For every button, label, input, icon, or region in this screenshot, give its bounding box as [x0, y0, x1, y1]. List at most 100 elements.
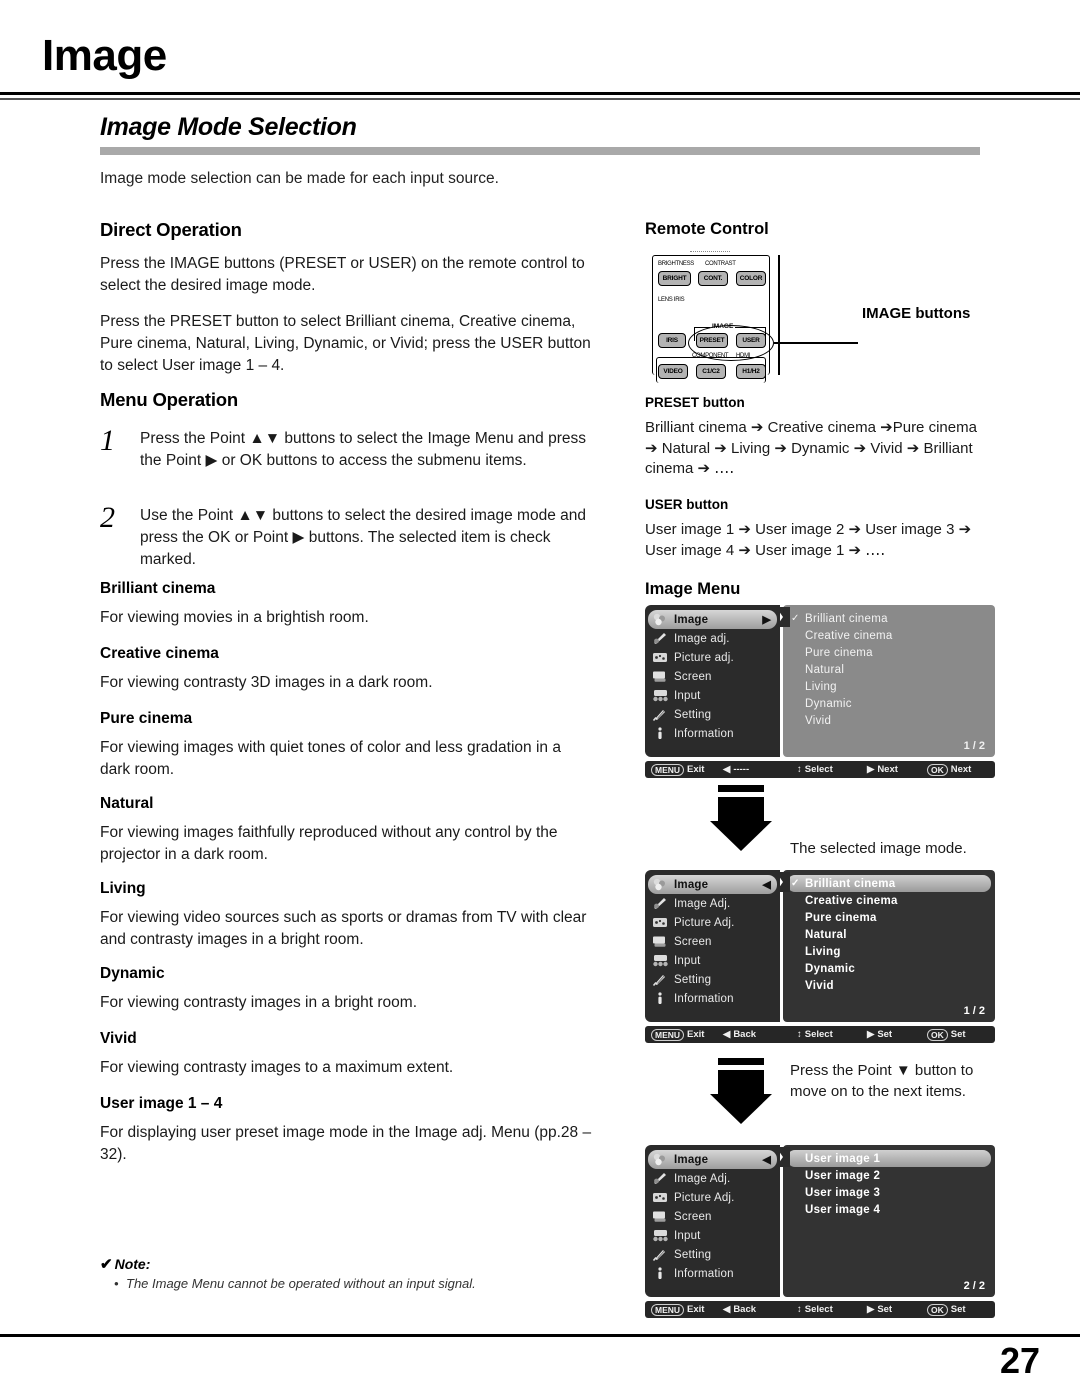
osd-sidebar-item-information[interactable]: Information	[645, 724, 780, 743]
osd-option-vivid[interactable]: Vivid	[783, 712, 995, 729]
definition-description: For displaying user preset image mode in…	[100, 1124, 592, 1163]
osd-sidebar-item-setting[interactable]: Setting	[645, 970, 780, 989]
osd-option-natural[interactable]: Natural	[783, 661, 995, 678]
note-item: The Image Menu cannot be operated withou…	[114, 1276, 570, 1291]
osd-sidebar-item-image-adj[interactable]: Image Adj.	[645, 894, 780, 913]
osd-sidebar-item-input[interactable]: Input	[645, 1226, 780, 1245]
remote-key-component[interactable]: C1/C2	[696, 364, 726, 379]
ok-key-icon: OK	[927, 1303, 948, 1316]
osd-option-label: Pure cinema	[805, 911, 877, 924]
osd-bar-exit[interactable]: MENU Exit	[651, 763, 704, 776]
osd-sidebar[interactable]: Image ◀ Image Adj. Picture Adj. Screen Input S…	[645, 870, 780, 1022]
osd-option-natural[interactable]: Natural	[783, 926, 995, 943]
osd-option-pure-cinema[interactable]: Pure cinema	[783, 909, 995, 926]
up-down-arrow-icon: ↕	[797, 1029, 802, 1040]
remote-key-contrast[interactable]: CONT.	[698, 271, 728, 286]
osd-panel-notch	[776, 872, 790, 892]
image-icon	[651, 877, 669, 892]
osd-sidebar-item-information[interactable]: Information	[645, 1264, 780, 1283]
remote-key-hdmi[interactable]: H1/H2	[736, 364, 766, 379]
image-adj-icon	[651, 896, 669, 911]
osd-sidebar-item-image-adj[interactable]: Image adj.	[645, 629, 780, 648]
osd-bar-exit[interactable]: MENU Exit	[651, 1028, 705, 1041]
osd-sidebar-item-picture-adj[interactable]: Picture adj.	[645, 648, 780, 667]
osd-sidebar-item-label: Information	[674, 727, 734, 740]
osd-body: Image ◀ Image Adj. Picture Adj. Screen Input S…	[645, 870, 995, 1022]
osd-option-dynamic[interactable]: Dynamic	[783, 960, 995, 977]
osd-sidebar-item-picture-adj[interactable]: Picture Adj.	[645, 913, 780, 932]
osd-sidebar[interactable]: Image ▶ Image adj. Picture adj. Screen Input S…	[645, 605, 780, 757]
osd-option-living[interactable]: Living	[783, 943, 995, 960]
osd-bar-select[interactable]: ↕ Select	[797, 1304, 833, 1315]
osd-sidebar-item-image[interactable]: Image ▶	[648, 610, 777, 629]
osd-option-label: Living	[805, 680, 837, 693]
osd-sidebar-item-screen[interactable]: Screen	[645, 1207, 780, 1226]
osd-sidebar-item-information[interactable]: Information	[645, 989, 780, 1008]
osd-option-label: Creative cinema	[805, 894, 898, 907]
osd-bar-next[interactable]: ▶ Next	[867, 764, 898, 775]
osd-bar-next[interactable]: ▶ Set	[867, 1029, 892, 1040]
remote-side-edge	[778, 255, 780, 375]
osd-option-vivid[interactable]: Vivid	[783, 977, 995, 994]
ok-key-icon: OK	[927, 1028, 948, 1041]
remote-key-bright[interactable]: BRIGHT	[658, 271, 691, 286]
osd-option-label: Natural	[805, 928, 847, 941]
osd-bar-exit[interactable]: MENU Exit	[651, 1303, 704, 1316]
osd-sidebar-item-input[interactable]: Input	[645, 951, 780, 970]
osd-option-user-image-3[interactable]: User image 3	[783, 1184, 995, 1201]
osd-sidebar-item-screen[interactable]: Screen	[645, 932, 780, 951]
osd-option-label: Brilliant cinema	[805, 877, 896, 890]
osd-bar-select[interactable]: ↕ Select	[797, 764, 833, 775]
osd-option-user-image-1[interactable]: User image 1	[787, 1150, 991, 1167]
osd-options-panel[interactable]: User image 1 User image 2 User image 3 User…	[783, 1145, 995, 1297]
chevron-left-icon: ◀	[762, 879, 771, 891]
osd-option-creative-cinema[interactable]: Creative cinema	[783, 892, 995, 909]
osd-option-brilliant-cinema[interactable]: ✓ Brilliant cinema	[783, 610, 995, 627]
remote-key-iris[interactable]: IRIS	[658, 333, 686, 348]
osd-bar-back[interactable]: ◀ Back	[723, 1029, 756, 1040]
input-icon	[651, 688, 669, 703]
note-title: ✔ Note:	[100, 1255, 570, 1273]
osd-sidebar-item-input[interactable]: Input	[645, 686, 780, 705]
label-hdmi: HDMI	[736, 353, 751, 359]
osd-bar-ok[interactable]: OK Set	[927, 1028, 966, 1041]
label-component: COMPONENT	[692, 353, 729, 359]
osd-bar-select[interactable]: ↕ Select	[797, 1029, 833, 1040]
osd-bar-ok[interactable]: OK Set	[927, 1303, 966, 1316]
osd-options-panel[interactable]: ✓ Brilliant cinema Creative cinema Pure cin…	[783, 605, 995, 757]
osd-bar-back[interactable]: ◀ -----	[723, 764, 749, 775]
osd-bar-next[interactable]: ▶ Set	[867, 1304, 892, 1315]
osd-sidebar-item-label: Image	[674, 613, 709, 626]
section-rule	[100, 147, 980, 155]
osd-sidebar-item-image-adj[interactable]: Image Adj.	[645, 1169, 780, 1188]
osd-bar-ok-label: Set	[950, 1304, 966, 1315]
screen-icon	[651, 1209, 669, 1224]
remote-key-video[interactable]: VIDEO	[658, 364, 688, 379]
osd-option-pure-cinema[interactable]: Pure cinema	[783, 644, 995, 661]
direct-operation-paragraph-1: Press the IMAGE buttons (PRESET or USER)…	[100, 255, 585, 294]
remote-top-stub	[690, 251, 730, 255]
osd-sidebar[interactable]: Image ◀ Image Adj. Picture Adj. Screen Input S…	[645, 1145, 780, 1297]
osd-sidebar-item-image[interactable]: Image ◀	[648, 875, 777, 894]
osd-option-dynamic[interactable]: Dynamic	[783, 695, 995, 712]
osd-sidebar-item-setting[interactable]: Setting	[645, 705, 780, 724]
osd-option-creative-cinema[interactable]: Creative cinema	[783, 627, 995, 644]
definition-vivid: Vivid For viewing contrasty images to a …	[100, 1030, 595, 1079]
osd-bar-exit-label: Exit	[687, 1029, 705, 1040]
osd-options-panel[interactable]: ✓ Brilliant cinema Creative cinema Pure cin…	[783, 870, 995, 1022]
osd-bar-ok[interactable]: OK Next	[927, 763, 971, 776]
osd-bar-back[interactable]: ◀ Back	[723, 1304, 756, 1315]
osd-option-brilliant-cinema[interactable]: ✓ Brilliant cinema	[787, 875, 991, 892]
remote-key-color[interactable]: COLOR	[736, 271, 766, 286]
osd-sidebar-item-image[interactable]: Image ◀	[648, 1150, 777, 1169]
osd-sidebar-item-setting[interactable]: Setting	[645, 1245, 780, 1264]
osd-sidebar-item-picture-adj[interactable]: Picture Adj.	[645, 1188, 780, 1207]
osd-option-living[interactable]: Living	[783, 678, 995, 695]
direct-operation-heading: Direct Operation	[100, 219, 242, 240]
osd-option-user-image-4[interactable]: User image 4	[783, 1201, 995, 1218]
osd-sidebar-item-label: Image Adj.	[674, 1172, 731, 1185]
label-brightness: BRIGHTNESS	[658, 261, 695, 267]
osd-option-label: Vivid	[805, 714, 832, 727]
osd-option-user-image-2[interactable]: User image 2	[783, 1167, 995, 1184]
osd-sidebar-item-screen[interactable]: Screen	[645, 667, 780, 686]
